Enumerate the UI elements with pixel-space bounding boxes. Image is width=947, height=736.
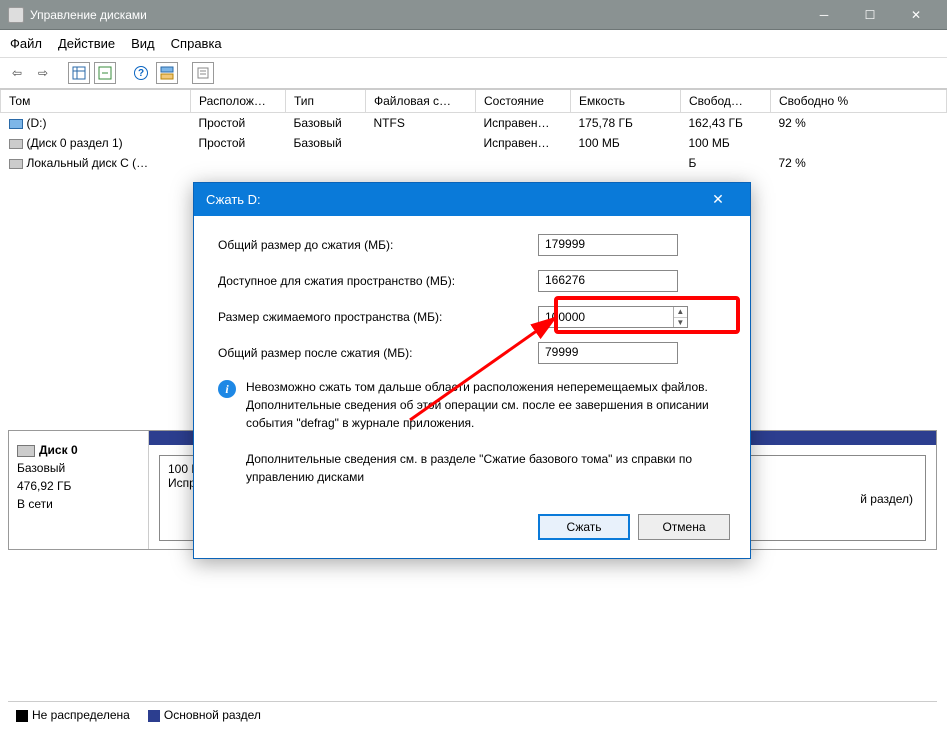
cell — [286, 153, 366, 173]
cell: Исправен… — [476, 113, 571, 134]
disk-status: В сети — [17, 495, 140, 513]
after-size-value: 79999 — [538, 342, 678, 364]
swatch-blue — [148, 710, 160, 722]
dialog-close-button[interactable]: ✕ — [698, 191, 738, 208]
disk-name: Диск 0 — [39, 443, 78, 457]
maximize-button[interactable]: ☐ — [847, 0, 893, 30]
col-type[interactable]: Тип — [286, 90, 366, 113]
volume-icon — [9, 119, 23, 129]
cell: 175,78 ГБ — [571, 113, 681, 134]
back-button[interactable]: ⇦ — [6, 62, 28, 84]
cell — [571, 153, 681, 173]
cell: Исправен… — [476, 133, 571, 153]
dialog-info-text: Невозможно сжать том дальше области расп… — [246, 378, 726, 432]
menubar: Файл Действие Вид Справка — [0, 30, 947, 58]
cell: Простой — [191, 133, 286, 153]
col-capacity[interactable]: Емкость — [571, 90, 681, 113]
menu-action[interactable]: Действие — [58, 36, 115, 51]
cell: NTFS — [366, 113, 476, 134]
forward-button[interactable]: ⇨ — [32, 62, 54, 84]
shrink-amount-label: Размер сжимаемого пространства (МБ): — [218, 310, 538, 324]
cancel-button[interactable]: Отмена — [638, 514, 730, 540]
view-list-button[interactable] — [68, 62, 90, 84]
dialog-titlebar: Сжать D: ✕ — [194, 183, 750, 216]
col-fs[interactable]: Файловая с… — [366, 90, 476, 113]
dialog-title: Сжать D: — [206, 192, 698, 207]
col-status[interactable]: Состояние — [476, 90, 571, 113]
spin-down[interactable]: ▼ — [674, 318, 687, 328]
legend: Не распределена Основной раздел — [8, 701, 937, 728]
cell: 100 МБ — [571, 133, 681, 153]
menu-file[interactable]: Файл — [10, 36, 42, 51]
disk-type: Базовый — [17, 459, 140, 477]
view-graphical-button[interactable] — [156, 62, 178, 84]
swatch-black — [16, 710, 28, 722]
close-button[interactable]: ✕ — [893, 0, 939, 30]
shrink-dialog: Сжать D: ✕ Общий размер до сжатия (МБ): … — [193, 182, 751, 559]
dialog-extra-text: Дополнительные сведения см. в разделе "С… — [246, 450, 726, 486]
cell: 100 МБ — [681, 133, 771, 153]
disk-mgmt-icon — [8, 7, 24, 23]
disk-label: Диск 0 Базовый 476,92 ГБ В сети — [9, 431, 149, 549]
refresh-button[interactable] — [94, 62, 116, 84]
disk-size: 476,92 ГБ — [17, 477, 140, 495]
total-size-label: Общий размер до сжатия (МБ): — [218, 238, 538, 252]
table-row[interactable]: (Диск 0 раздел 1) Простой Базовый Исправ… — [1, 133, 947, 153]
legend-primary: Основной раздел — [148, 708, 261, 722]
col-layout[interactable]: Располож… — [191, 90, 286, 113]
cell: 92 % — [771, 113, 947, 134]
help-button[interactable]: ? — [130, 62, 152, 84]
table-row[interactable]: (D:) Простой Базовый NTFS Исправен… 175,… — [1, 113, 947, 134]
cell — [771, 133, 947, 153]
cell: 72 % — [771, 153, 947, 173]
disk-icon — [17, 445, 35, 457]
minimize-button[interactable]: ─ — [801, 0, 847, 30]
cell: Простой — [191, 113, 286, 134]
info-icon: i — [218, 380, 236, 398]
cell: Базовый — [286, 133, 366, 153]
cell: Б — [681, 153, 771, 173]
col-free[interactable]: Свобод… — [681, 90, 771, 113]
menu-view[interactable]: Вид — [131, 36, 155, 51]
cell: Локальный диск C (… — [27, 156, 149, 170]
available-shrink-value: 166276 — [538, 270, 678, 292]
shrink-amount-field[interactable] — [539, 307, 673, 327]
volume-icon — [9, 159, 23, 169]
window-title: Управление дисками — [30, 8, 801, 22]
cell: (Диск 0 раздел 1) — [27, 136, 123, 150]
spin-up[interactable]: ▲ — [674, 307, 687, 318]
menu-help[interactable]: Справка — [171, 36, 222, 51]
cell: Базовый — [286, 113, 366, 134]
toolbar: ⇦ ⇨ ? — [0, 58, 947, 89]
table-row[interactable]: Локальный диск C (… Б 72 % — [1, 153, 947, 173]
cell — [366, 133, 476, 153]
cell — [476, 153, 571, 173]
legend-unallocated: Не распределена — [16, 708, 130, 722]
after-size-label: Общий размер после сжатия (МБ): — [218, 346, 538, 360]
col-free-pct[interactable]: Свободно % — [771, 90, 947, 113]
shrink-amount-input[interactable]: ▲ ▼ — [538, 306, 688, 328]
cell — [366, 153, 476, 173]
cell: 162,43 ГБ — [681, 113, 771, 134]
cell — [191, 153, 286, 173]
col-volume[interactable]: Том — [1, 90, 191, 113]
properties-button[interactable] — [192, 62, 214, 84]
cell: (D:) — [27, 116, 47, 130]
window-titlebar: Управление дисками ─ ☐ ✕ — [0, 0, 947, 30]
shrink-button[interactable]: Сжать — [538, 514, 630, 540]
available-shrink-label: Доступное для сжатия пространство (МБ): — [218, 274, 538, 288]
total-size-value: 179999 — [538, 234, 678, 256]
volume-icon — [9, 139, 23, 149]
volume-table: Том Располож… Тип Файловая с… Состояние … — [0, 89, 947, 173]
